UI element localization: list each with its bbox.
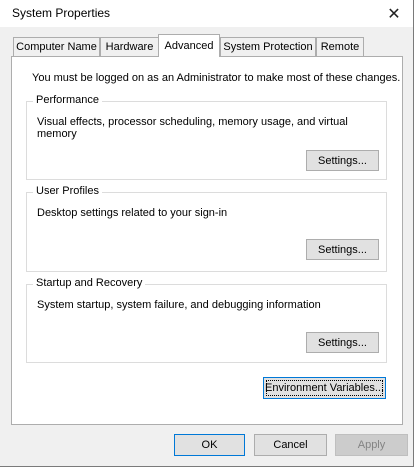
close-button[interactable]: ✕ — [375, 0, 413, 27]
button-label: Cancel — [273, 439, 308, 451]
startup-recovery-settings-button[interactable]: Settings... — [306, 332, 379, 353]
button-label: Environment Variables... — [264, 382, 385, 394]
advanced-tab-panel: You must be logged on as an Administrato… — [11, 56, 403, 425]
button-label: Settings... — [318, 154, 367, 167]
group-description: Desktop settings related to your sign-in — [37, 207, 228, 219]
apply-button[interactable]: Apply — [335, 434, 408, 456]
group-description: System startup, system failure, and debu… — [37, 299, 321, 311]
performance-group: Performance Visual effects, processor sc… — [26, 94, 387, 180]
group-title: User Profiles — [33, 185, 102, 197]
button-label: Apply — [357, 439, 386, 451]
tab-label: Computer Name — [16, 41, 97, 53]
title-bar: System Properties ✕ — [0, 0, 413, 27]
tab-computer-name[interactable]: Computer Name — [13, 37, 100, 56]
cancel-button[interactable]: Cancel — [254, 434, 327, 456]
group-title: Performance — [33, 94, 102, 106]
tab-hardware[interactable]: Hardware — [100, 37, 159, 56]
tab-label: Remote — [320, 41, 360, 53]
startup-recovery-group: Startup and Recovery System startup, sys… — [26, 277, 387, 363]
button-label: Settings... — [318, 336, 367, 349]
performance-settings-button[interactable]: Settings... — [306, 150, 379, 171]
tab-label: Advanced — [164, 40, 214, 52]
button-label: Settings... — [318, 243, 367, 256]
admin-notice: You must be logged on as an Administrato… — [32, 72, 401, 84]
ok-button[interactable]: OK — [174, 434, 245, 456]
group-title: Startup and Recovery — [33, 277, 146, 289]
window-title: System Properties — [12, 6, 111, 20]
tab-remote[interactable]: Remote — [316, 37, 364, 56]
tab-label: System Protection — [223, 41, 313, 53]
button-label: OK — [201, 439, 218, 451]
tab-advanced[interactable]: Advanced — [158, 34, 220, 57]
system-properties-window: System Properties ✕ Computer Name Hardwa… — [0, 0, 414, 467]
environment-variables-button[interactable]: Environment Variables... — [263, 377, 386, 399]
tab-label: Hardware — [105, 41, 154, 53]
user-profiles-group: User Profiles Desktop settings related t… — [26, 185, 387, 272]
close-icon: ✕ — [387, 5, 401, 23]
user-profiles-settings-button[interactable]: Settings... — [306, 239, 379, 260]
group-description: Visual effects, processor scheduling, me… — [37, 116, 348, 140]
tab-system-protection[interactable]: System Protection — [220, 37, 316, 56]
